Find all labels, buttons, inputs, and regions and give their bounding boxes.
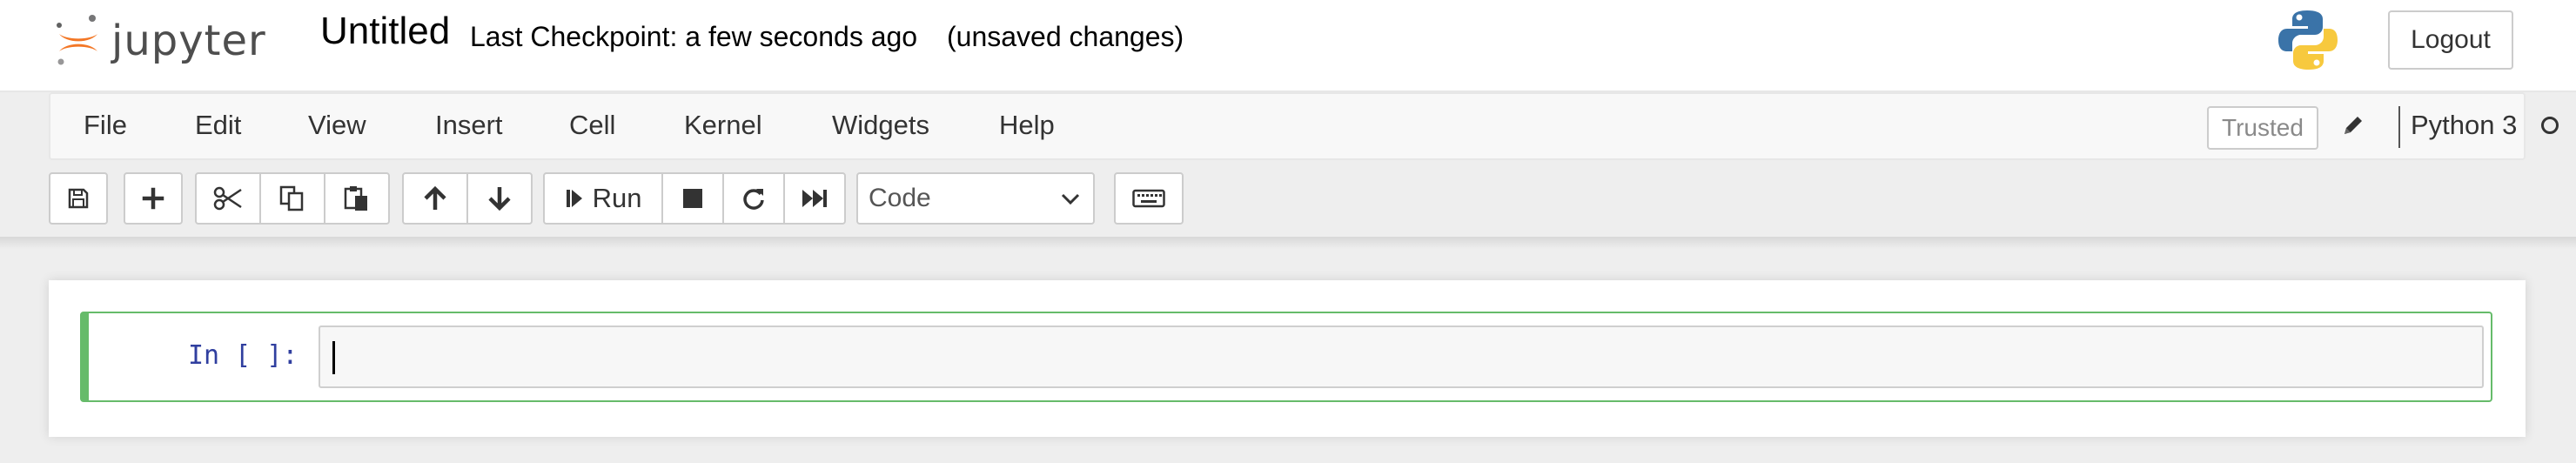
notebook-title[interactable]: Untitled (320, 12, 450, 50)
menu-kernel[interactable]: Kernel (684, 111, 762, 138)
step-forward-icon (566, 190, 582, 207)
trusted-notebook-indicator[interactable]: Trusted (2207, 106, 2318, 150)
kernel-name[interactable]: Python 3 (2411, 111, 2517, 138)
jupyter-logo-icon (57, 15, 97, 65)
checkpoint-status: Last Checkpoint: a few seconds ago (470, 21, 918, 52)
arrow-down-icon (488, 187, 511, 211)
cut-button[interactable] (195, 172, 261, 225)
copy-icon (279, 185, 304, 211)
interrupt-kernel-button[interactable] (661, 172, 724, 225)
restart-kernel-button[interactable] (722, 172, 785, 225)
code-cell[interactable]: In [ ]: (80, 312, 2492, 402)
python-logo-icon (2277, 7, 2339, 77)
scissors-icon (213, 186, 242, 211)
cell-type-value: Code (869, 184, 931, 212)
keyboard-icon (1132, 189, 1165, 208)
selected-cell-bar (82, 313, 89, 400)
move-cell-up-button[interactable] (402, 172, 468, 225)
menubar: File Edit View Insert Cell Kernel Widget… (49, 92, 2559, 160)
kernel-idle-indicator-icon (2541, 117, 2559, 134)
menu-view[interactable]: View (308, 111, 366, 138)
pencil-icon[interactable] (2341, 113, 2365, 142)
logout-button[interactable]: Logout (2388, 10, 2513, 70)
menu-edit[interactable]: Edit (195, 111, 241, 138)
command-palette-button[interactable] (1114, 172, 1184, 225)
fast-forward-icon (802, 190, 827, 207)
menu-help[interactable]: Help (999, 111, 1055, 138)
menu-widgets[interactable]: Widgets (832, 111, 929, 138)
jupyter-logo[interactable]: jupyter (54, 10, 266, 71)
cell-type-select[interactable]: Code (856, 172, 1095, 225)
text-cursor (332, 341, 335, 374)
save-button[interactable] (49, 172, 108, 225)
menu-file[interactable]: File (84, 111, 127, 138)
chevron-down-icon (1061, 193, 1080, 205)
move-cell-down-button[interactable] (466, 172, 533, 225)
run-label: Run (592, 183, 642, 213)
jupyter-logo-text: jupyter (111, 17, 266, 65)
menu-cell[interactable]: Cell (569, 111, 615, 138)
header: jupyter Untitled Last Checkpoint: a few … (0, 0, 2576, 92)
input-prompt: In [ ]: (188, 340, 299, 371)
toolbar: Run Code (0, 165, 2576, 235)
stop-icon (683, 189, 702, 208)
menu-insert[interactable]: Insert (435, 111, 503, 138)
toolbar-shadow (0, 237, 2576, 249)
restart-run-all-button[interactable] (783, 172, 846, 225)
copy-button[interactable] (259, 172, 325, 225)
plus-icon (142, 187, 164, 210)
unsaved-changes-status: (unsaved changes) (947, 21, 1184, 52)
insert-cell-button[interactable] (124, 172, 183, 225)
paste-button[interactable] (324, 172, 390, 225)
save-icon (68, 188, 89, 209)
refresh-icon (743, 189, 764, 210)
kernel-separator (2398, 106, 2400, 148)
paste-icon (344, 186, 367, 211)
code-editor-input[interactable] (319, 325, 2484, 388)
arrow-up-icon (424, 185, 446, 210)
run-cell-button[interactable]: Run (543, 172, 663, 225)
